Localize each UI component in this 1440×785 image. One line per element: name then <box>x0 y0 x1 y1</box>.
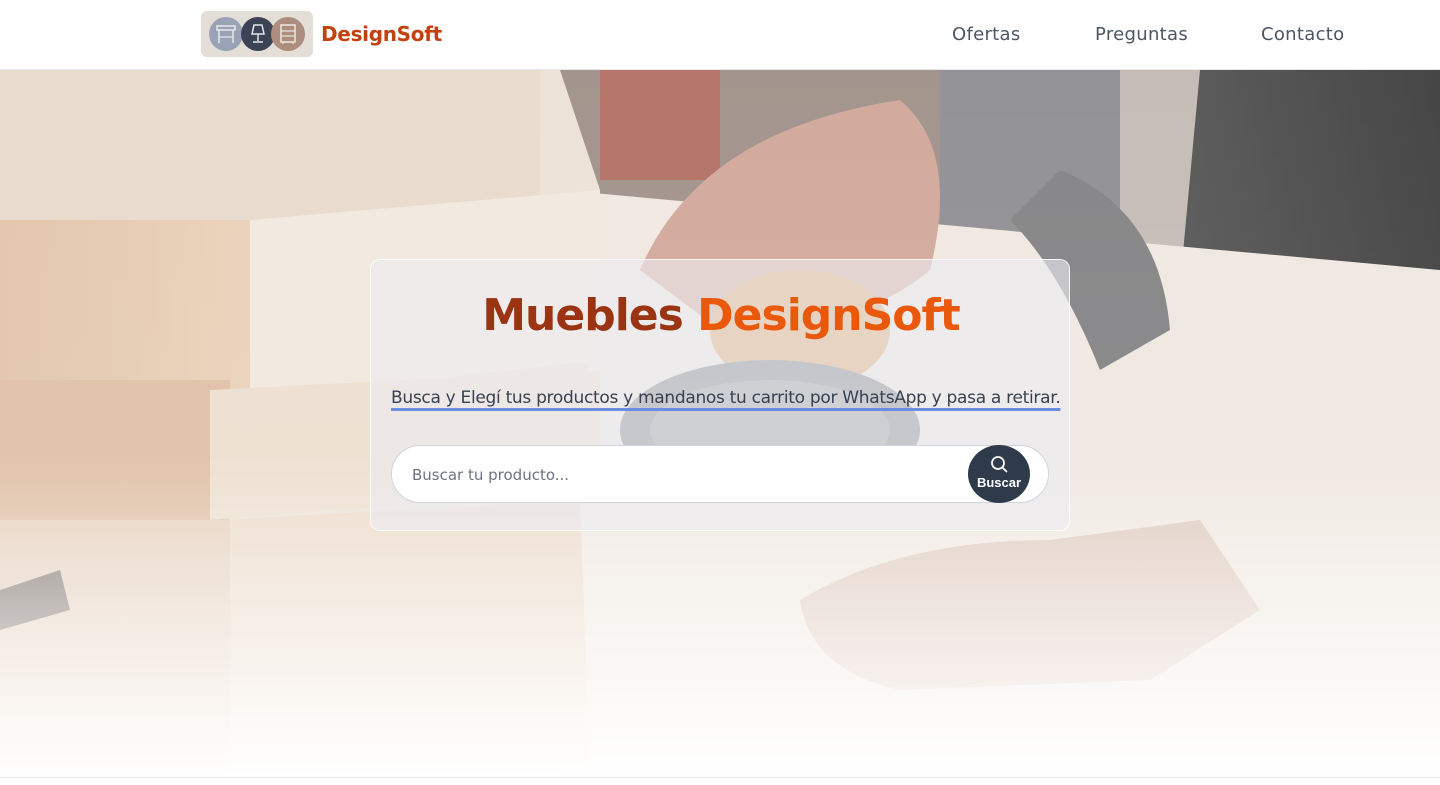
hero-title: Muebles DesignSoft <box>371 290 1071 341</box>
search-button-label: Buscar <box>976 475 1022 490</box>
nav-link-preguntas[interactable]: Preguntas <box>1095 24 1188 45</box>
logo[interactable] <box>201 11 313 57</box>
hero-search-card: Muebles DesignSoft Busca y Elegí tus pro… <box>370 259 1070 531</box>
nav-link-ofertas[interactable]: Ofertas <box>952 24 1021 45</box>
search-input[interactable] <box>412 463 952 487</box>
hero-title-brand: DesignSoft <box>697 290 961 341</box>
search-button[interactable]: Buscar <box>968 445 1030 503</box>
lamp-icon <box>241 17 275 51</box>
table-icon <box>209 17 243 51</box>
hero-title-muebles: Muebles <box>482 290 698 341</box>
top-navbar: DesignSoft Ofertas Preguntas Contacto <box>0 0 1440 70</box>
search-icon <box>991 456 1008 473</box>
section-divider <box>0 777 1440 785</box>
dresser-icon <box>271 17 305 51</box>
search-bar: Buscar <box>391 445 1049 503</box>
hero-tagline: Busca y Elegí tus productos y mandanos t… <box>391 388 1061 408</box>
brand-name[interactable]: DesignSoft <box>321 22 442 46</box>
nav-link-contacto[interactable]: Contacto <box>1261 24 1344 45</box>
